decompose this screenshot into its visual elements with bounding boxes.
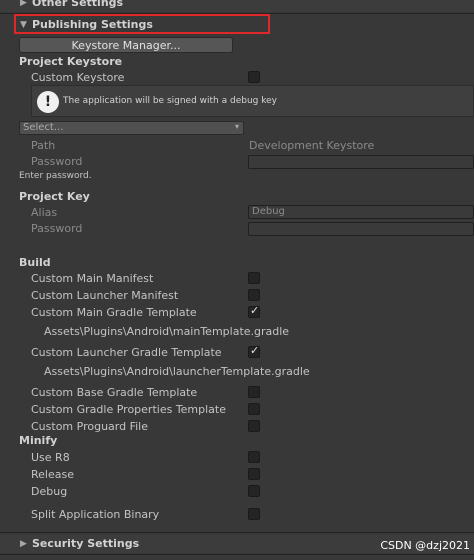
custom-base-gradle-template-label: Custom Base Gradle Template xyxy=(31,386,198,399)
custom-launcher-gradle-template-checkbox[interactable]: ✓ xyxy=(248,344,260,358)
split-application-binary-label: Split Application Binary xyxy=(31,508,160,521)
custom-main-manifest-label: Custom Main Manifest xyxy=(31,272,154,285)
collapsed-arrow-icon: ▶ xyxy=(20,539,27,549)
other-settings-foldout[interactable]: ▶ Other Settings xyxy=(0,0,474,12)
select-value: Select... xyxy=(23,122,64,133)
divider xyxy=(0,532,474,533)
keystore-select-dropdown[interactable]: Select... ▾ xyxy=(19,121,244,135)
key-password-field[interactable] xyxy=(248,222,474,236)
security-settings-title: Security Settings xyxy=(32,537,140,550)
check-icon: ✓ xyxy=(250,344,260,357)
debug-key-info-box: ! The application will be signed with a … xyxy=(31,85,474,117)
highlight-box xyxy=(14,14,270,34)
check-icon: ✓ xyxy=(250,304,260,317)
info-message: The application will be signed with a de… xyxy=(63,96,277,106)
info-icon: ! xyxy=(37,91,59,113)
custom-main-manifest-checkbox[interactable] xyxy=(248,272,260,284)
project-key-header: Project Key xyxy=(19,190,90,203)
alias-label: Alias xyxy=(31,206,58,219)
minify-header: Minify xyxy=(19,434,58,447)
keystore-password-field[interactable] xyxy=(248,155,474,169)
main-template-path: Assets\Plugins\Android\mainTemplate.grad… xyxy=(44,325,290,338)
alias-value: Debug xyxy=(252,206,285,217)
custom-keystore-label: Custom Keystore xyxy=(31,71,125,84)
use-r8-checkbox[interactable] xyxy=(248,451,260,463)
debug-label: Debug xyxy=(31,485,68,498)
collapsed-arrow-icon: ▶ xyxy=(20,0,27,8)
path-value: Development Keystore xyxy=(249,139,375,152)
build-header: Build xyxy=(19,256,51,269)
other-settings-title: Other Settings xyxy=(32,0,124,9)
watermark: CSDN @dzj2021 xyxy=(380,539,470,552)
custom-launcher-gradle-template-label: Custom Launcher Gradle Template xyxy=(31,346,222,359)
custom-gradle-properties-template-checkbox[interactable] xyxy=(248,403,260,415)
key-password-label: Password xyxy=(31,222,83,235)
use-r8-label: Use R8 xyxy=(31,451,70,464)
custom-launcher-manifest-label: Custom Launcher Manifest xyxy=(31,289,179,302)
project-keystore-header: Project Keystore xyxy=(19,55,123,68)
custom-keystore-checkbox[interactable] xyxy=(248,71,260,83)
enter-password-hint: Enter password. xyxy=(19,171,92,181)
custom-launcher-manifest-checkbox[interactable] xyxy=(248,289,260,301)
custom-main-gradle-template-checkbox[interactable]: ✓ xyxy=(248,304,260,318)
release-checkbox[interactable] xyxy=(248,468,260,480)
split-application-binary-checkbox[interactable] xyxy=(248,508,260,520)
chevron-down-icon: ▾ xyxy=(234,122,239,131)
custom-gradle-properties-template-label: Custom Gradle Properties Template xyxy=(31,403,227,416)
custom-proguard-file-checkbox[interactable] xyxy=(248,420,260,432)
keystore-manager-button[interactable]: Keystore Manager... xyxy=(19,37,233,53)
custom-main-gradle-template-label: Custom Main Gradle Template xyxy=(31,306,197,319)
keystore-password-label: Password xyxy=(31,155,83,168)
custom-proguard-file-label: Custom Proguard File xyxy=(31,420,148,433)
alias-dropdown[interactable]: Debug xyxy=(248,205,474,219)
path-label: Path xyxy=(31,139,56,152)
release-label: Release xyxy=(31,468,74,481)
launcher-template-path: Assets\Plugins\Android\launcherTemplate.… xyxy=(44,365,310,378)
custom-base-gradle-template-checkbox[interactable] xyxy=(248,386,260,398)
debug-checkbox[interactable] xyxy=(248,485,260,497)
divider xyxy=(0,554,474,555)
